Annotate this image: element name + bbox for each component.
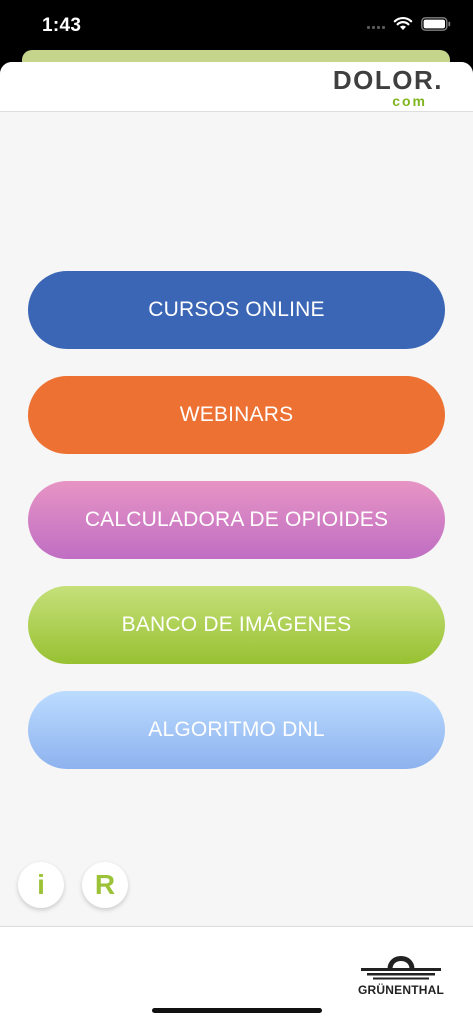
banco-imagenes-button[interactable]: BANCO DE IMÁGENES xyxy=(28,586,445,664)
status-time: 1:43 xyxy=(42,15,82,36)
battery-icon xyxy=(421,16,451,31)
grunenthal-logo-icon xyxy=(361,956,441,980)
status-icons xyxy=(367,16,451,31)
status-bar: 1:43 xyxy=(0,0,473,56)
signal-icon xyxy=(367,19,385,29)
logo-sub-text: com xyxy=(392,93,427,109)
info-button[interactable]: i xyxy=(18,862,64,908)
brand-text: GRÜNENTHAL xyxy=(358,983,444,997)
app-header: DOLOR. com xyxy=(0,62,473,112)
logo-main-text: DOLOR. xyxy=(332,65,443,95)
calculadora-opioides-button[interactable]: CALCULADORA DE OPIOIDES xyxy=(28,481,445,559)
home-indicator[interactable] xyxy=(152,1008,322,1013)
webinars-button[interactable]: WEBINARS xyxy=(28,376,445,454)
r-button[interactable]: R xyxy=(82,862,128,908)
app-sheet: DOLOR. com CURSOS ONLINE WEBINARS CALCUL… xyxy=(0,62,473,1024)
grunenthal-logo: GRÜNENTHAL xyxy=(357,951,445,997)
wifi-icon xyxy=(393,16,413,31)
dolor-logo: DOLOR. com xyxy=(333,66,443,108)
cursos-online-button[interactable]: CURSOS ONLINE xyxy=(28,271,445,349)
algoritmo-dnl-button[interactable]: ALGORITMO DNL xyxy=(28,691,445,769)
